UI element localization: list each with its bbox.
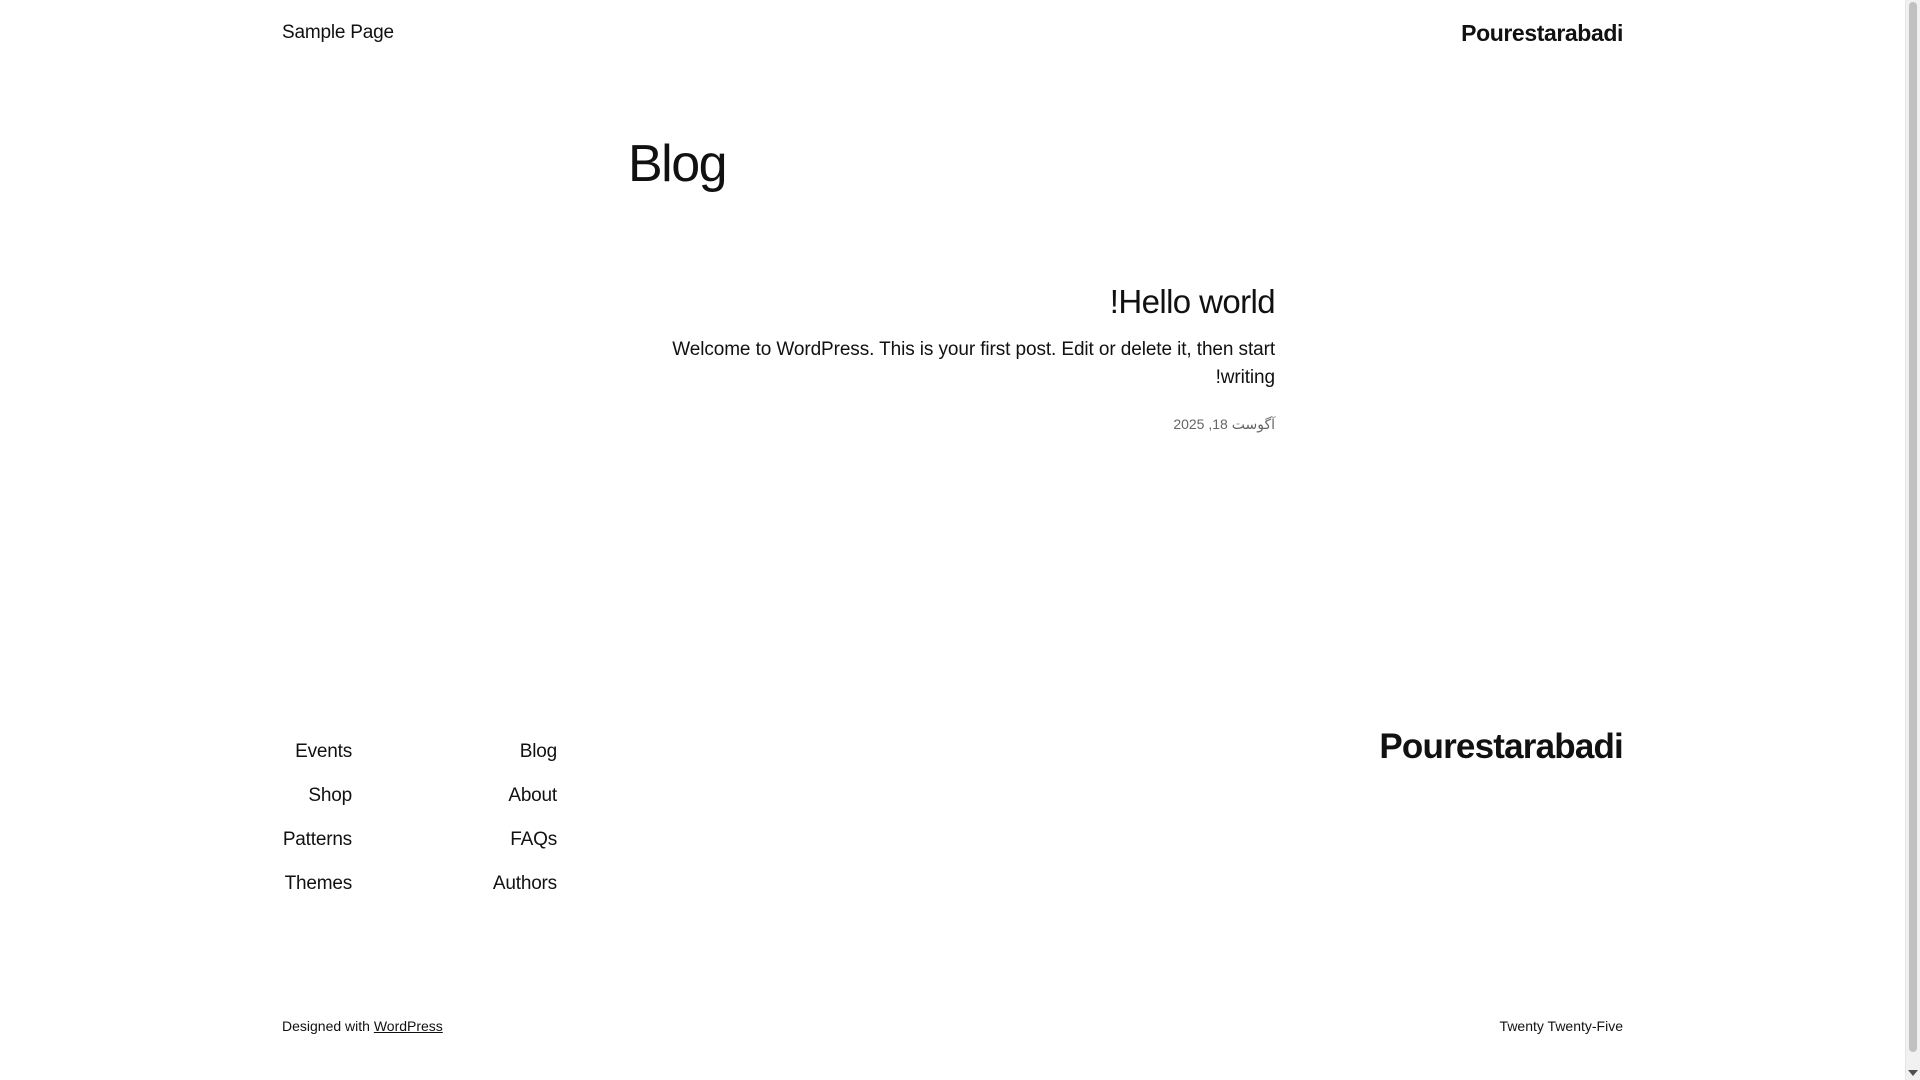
post-title: Hello world! bbox=[628, 276, 1276, 328]
nav-sample-page[interactable]: Sample Page bbox=[282, 22, 394, 44]
page: Sample Page Pourestarabadi Blog Hello wo… bbox=[0, 0, 1920, 1080]
footer-navigation: Blog About FAQs Authors Events Shop Patt… bbox=[282, 730, 557, 910]
footer-link-shop[interactable]: Shop bbox=[308, 774, 352, 818]
footer-link-about[interactable]: About bbox=[508, 774, 557, 818]
credits-prefix: Designed with bbox=[282, 1018, 370, 1034]
post-title-link[interactable]: Hello world! bbox=[1110, 283, 1276, 320]
site-title[interactable]: Pourestarabadi bbox=[1461, 20, 1623, 47]
theme-name: Twenty Twenty-Five bbox=[1499, 1018, 1623, 1034]
footer-nav-secondary: Events Shop Patterns Themes bbox=[282, 730, 352, 906]
wordpress-link[interactable]: WordPress bbox=[374, 1018, 443, 1034]
scrollbar-thumb[interactable] bbox=[1909, 2, 1917, 1052]
footer-credits: Designed with WordPress bbox=[282, 1018, 443, 1034]
vertical-scrollbar[interactable] bbox=[1905, 0, 1920, 1080]
footer-link-authors[interactable]: Authors bbox=[493, 862, 557, 906]
post-excerpt: Welcome to WordPress. This is your first… bbox=[672, 339, 1275, 388]
footer-link-themes[interactable]: Themes bbox=[285, 862, 353, 906]
footer-site-title[interactable]: Pourestarabadi bbox=[1379, 727, 1623, 767]
footer-link-events[interactable]: Events bbox=[295, 730, 352, 774]
footer-nav-primary: Blog About FAQs Authors bbox=[493, 730, 557, 906]
page-title: Blog bbox=[628, 135, 728, 193]
post-date: آگوست 18, 2025 bbox=[1173, 416, 1275, 432]
footer-link-blog[interactable]: Blog bbox=[520, 730, 557, 774]
post-item: Hello world! Welcome to WordPress. This … bbox=[628, 276, 1275, 433]
footer-link-faqs[interactable]: FAQs bbox=[510, 818, 557, 862]
footer-link-patterns[interactable]: Patterns bbox=[283, 818, 352, 862]
scroll-down-arrow-icon[interactable] bbox=[1908, 1070, 1918, 1076]
site-header: Sample Page Pourestarabadi bbox=[282, 0, 1623, 70]
